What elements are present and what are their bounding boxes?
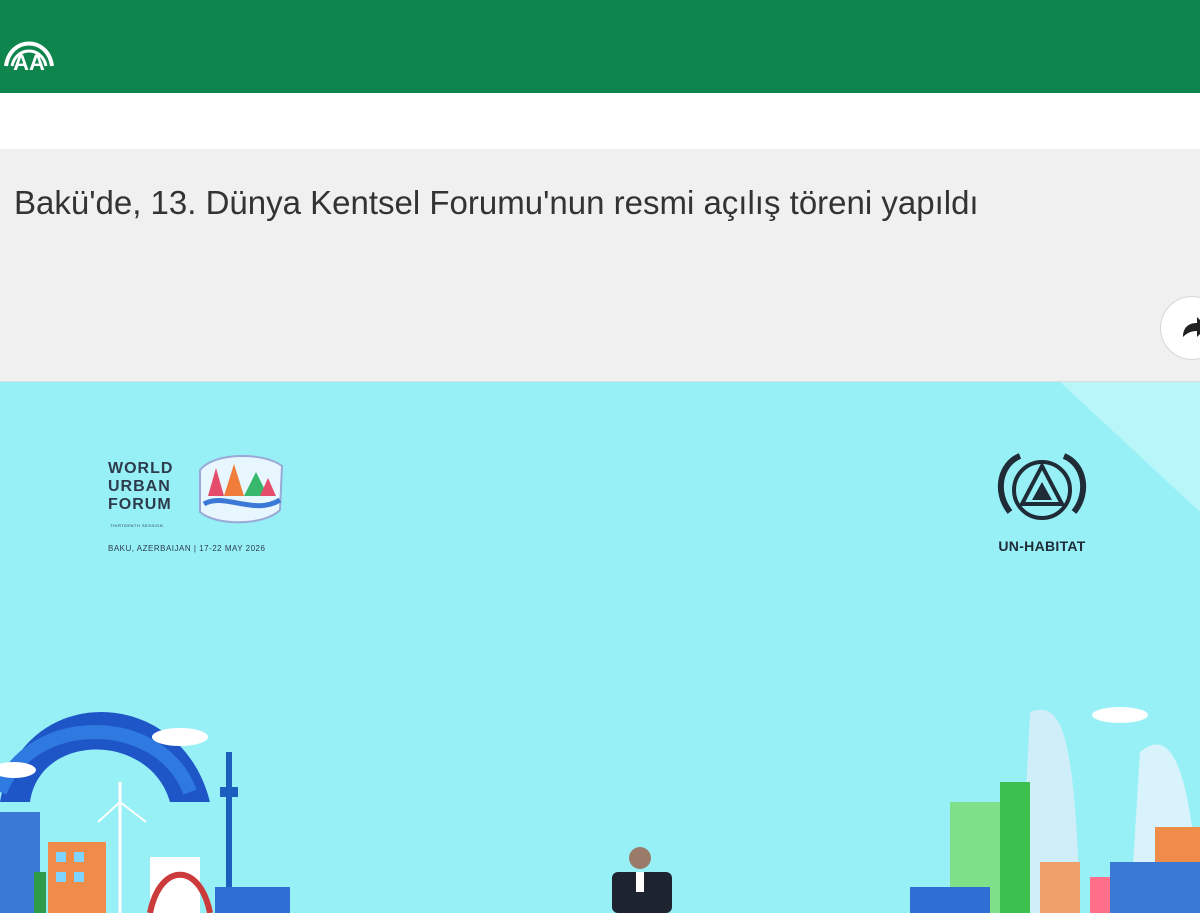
wuf-place-date: BAKU, AZERBAIJAN | 17-22 MAY 2026: [108, 544, 266, 553]
headline-section: Bakü'de, 13. Dünya Kentsel Forumu'nun re…: [0, 149, 1200, 382]
site-header: AA: [0, 0, 1200, 93]
speaker: [612, 847, 672, 913]
share-button[interactable]: [1160, 296, 1200, 360]
svg-text:AA: AA: [13, 50, 45, 74]
wuf-title: WORLD URBAN FORUM: [108, 460, 173, 514]
video-frame[interactable]: WORLD URBAN FORUM THIRTEENTH SESSION BAK…: [0, 382, 1200, 913]
wuf-title-line: WORLD: [108, 460, 174, 477]
wuf-emblem-icon: [199, 455, 284, 524]
aa-logo[interactable]: AA: [0, 22, 58, 74]
header-spacer: [0, 93, 1200, 149]
wuf-title-line: URBAN: [108, 478, 171, 495]
share-icon: [1183, 317, 1200, 337]
wuf-title-line: FORUM: [108, 496, 172, 513]
un-habitat-label: UN-HABITAT: [998, 538, 1086, 554]
left-skyline: [0, 712, 290, 913]
article-headline: Bakü'de, 13. Dünya Kentsel Forumu'nun re…: [14, 184, 979, 221]
wuf-session: THIRTEENTH SESSION: [110, 523, 164, 528]
right-skyline: [910, 707, 1200, 913]
un-habitat-emblem-icon: [998, 453, 1086, 520]
